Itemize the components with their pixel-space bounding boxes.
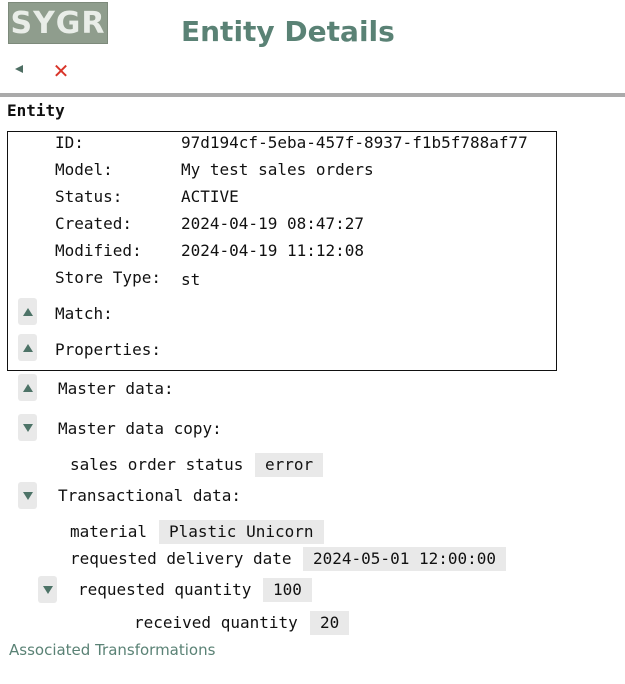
- model-value: My test sales orders: [181, 160, 374, 179]
- model-label: Model:: [55, 160, 113, 179]
- header-divider: [0, 93, 625, 97]
- material-value: Plastic Unicorn: [159, 520, 324, 544]
- received-quantity-label: received quantity: [134, 613, 298, 632]
- section-title-entity: Entity: [7, 101, 65, 120]
- sales-order-status-value: error: [255, 453, 324, 477]
- store-type-value: st: [181, 270, 201, 289]
- modified-label: Modified:: [55, 241, 142, 260]
- status-label: Status:: [55, 187, 123, 206]
- created-label: Created:: [55, 214, 133, 233]
- requested-delivery-date-value: 2024-05-01 12:00:00: [303, 547, 507, 571]
- transactional-data-label: Transactional data:: [58, 486, 242, 505]
- match-label: Match:: [55, 304, 113, 323]
- transactional-data-collapse-toggle-icon[interactable]: [18, 482, 37, 509]
- properties-expand-toggle-icon[interactable]: [18, 334, 37, 361]
- sygr-logo: SYGR: [8, 2, 108, 44]
- master-data-label: Master data:: [58, 379, 174, 398]
- requested-delivery-date-label: requested delivery date: [70, 549, 292, 568]
- master-data-copy-collapse-toggle-icon[interactable]: [18, 414, 37, 441]
- store-type-label: Store Type:: [55, 268, 161, 287]
- material-label: material: [70, 522, 148, 541]
- requested-quantity-collapse-toggle-icon[interactable]: [38, 576, 57, 603]
- master-data-expand-toggle-icon[interactable]: [18, 374, 37, 401]
- associated-transformations-link[interactable]: Associated Transformations: [9, 641, 215, 659]
- modified-value: 2024-04-19 11:12:08: [181, 241, 365, 260]
- page-title: Entity Details: [181, 15, 395, 48]
- master-data-copy-label: Master data copy:: [58, 419, 222, 438]
- properties-label: Properties:: [55, 340, 161, 359]
- id-label: ID:: [55, 133, 84, 152]
- received-quantity-value: 20: [310, 611, 350, 635]
- status-value: ACTIVE: [181, 187, 239, 206]
- match-expand-toggle-icon[interactable]: [18, 298, 37, 325]
- requested-quantity-value: 100: [263, 578, 312, 602]
- requested-quantity-label: requested quantity: [78, 580, 252, 599]
- sales-order-status-label: sales order status: [70, 455, 244, 474]
- close-icon[interactable]: ✕: [50, 60, 72, 82]
- id-value: 97d194cf-5eba-457f-8937-f1b5f788af77: [181, 133, 528, 152]
- back-arrow-icon[interactable]: [13, 63, 27, 77]
- created-value: 2024-04-19 08:47:27: [181, 214, 365, 233]
